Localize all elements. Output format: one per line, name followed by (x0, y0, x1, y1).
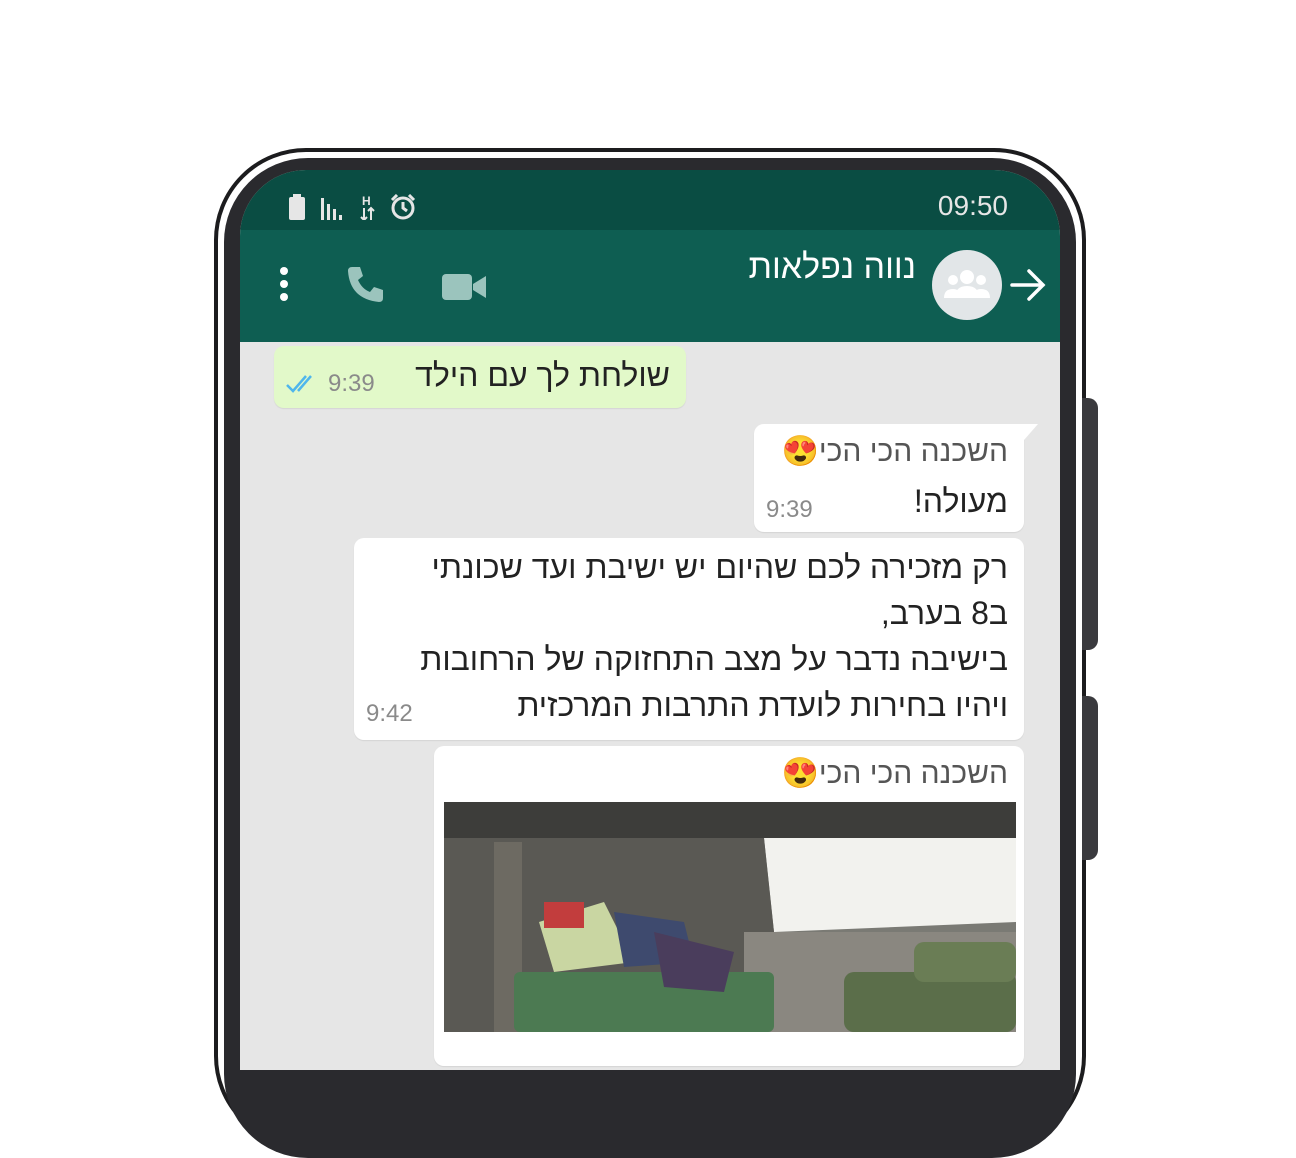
message-time: 9:39 (766, 496, 813, 523)
phone-call-icon[interactable] (346, 264, 386, 304)
photo-image (444, 802, 1016, 1032)
message-text: מעולה! (913, 483, 1008, 519)
chat-title[interactable]: נווה נפלאות (748, 248, 916, 287)
message-bubble-outgoing[interactable]: שולחת לך עם הילד 9:39 (274, 346, 686, 408)
sender-name: השכנה הכי הכי😍 (781, 757, 1008, 790)
group-people-icon (944, 270, 990, 298)
message-line: רק מזכירה לכם שהיום יש ישיבת ועד שכונתי (431, 549, 1008, 585)
group-avatar-icon[interactable] (932, 250, 1002, 320)
status-bar: H 09:50 (240, 170, 1060, 230)
message-time: 9:39 (328, 370, 375, 397)
status-icons: H (288, 190, 416, 220)
read-receipt-icon (286, 375, 312, 393)
more-options-icon[interactable] (278, 266, 290, 302)
message-bubble-incoming[interactable]: רק מזכירה לכם שהיום יש ישיבת ועד שכונתי … (354, 538, 1024, 740)
message-time: 9:42 (366, 700, 413, 727)
chat-area[interactable]: שולחת לך עם הילד 9:39 השכנה הכי הכי😍 מעו… (240, 342, 1060, 1070)
alarm-icon (390, 194, 416, 220)
volume-button (1082, 398, 1098, 650)
chat-header: נווה נפלאות (240, 230, 1060, 342)
message-text: שולחת לך עם הילד (415, 357, 670, 393)
message-bubble-image[interactable]: השכנה הכי הכי😍 (434, 746, 1024, 1066)
svg-text:H: H (362, 194, 371, 208)
message-line: ויהיו בחירות לועדת התרבות המרכזית (517, 687, 1008, 723)
power-button (1082, 696, 1098, 860)
back-arrow-icon[interactable] (1010, 268, 1046, 302)
battery-icon (289, 194, 305, 220)
bubble-tail (1024, 424, 1038, 440)
status-time: 09:50 (937, 190, 1008, 221)
message-line: ב8 בערב, (880, 595, 1008, 631)
signal-icon (321, 198, 342, 220)
message-photo[interactable] (444, 802, 1016, 1032)
sender-name: השכנה הכי הכי😍 (781, 435, 1008, 468)
data-icon: H (360, 194, 375, 220)
message-bubble-incoming[interactable]: השכנה הכי הכי😍 מעולה! 9:39 (754, 424, 1024, 532)
message-body: רק מזכירה לכם שהיום יש ישיבת ועד שכונתי … (420, 544, 1008, 728)
message-line: בישיבה נדבר על מצב התחזוקה של הרחובות (420, 641, 1008, 677)
video-call-icon[interactable] (442, 272, 486, 302)
phone-screen: H 09:50 נווה נפלאות שולחת לך עם הילד 9:3… (240, 170, 1060, 1070)
